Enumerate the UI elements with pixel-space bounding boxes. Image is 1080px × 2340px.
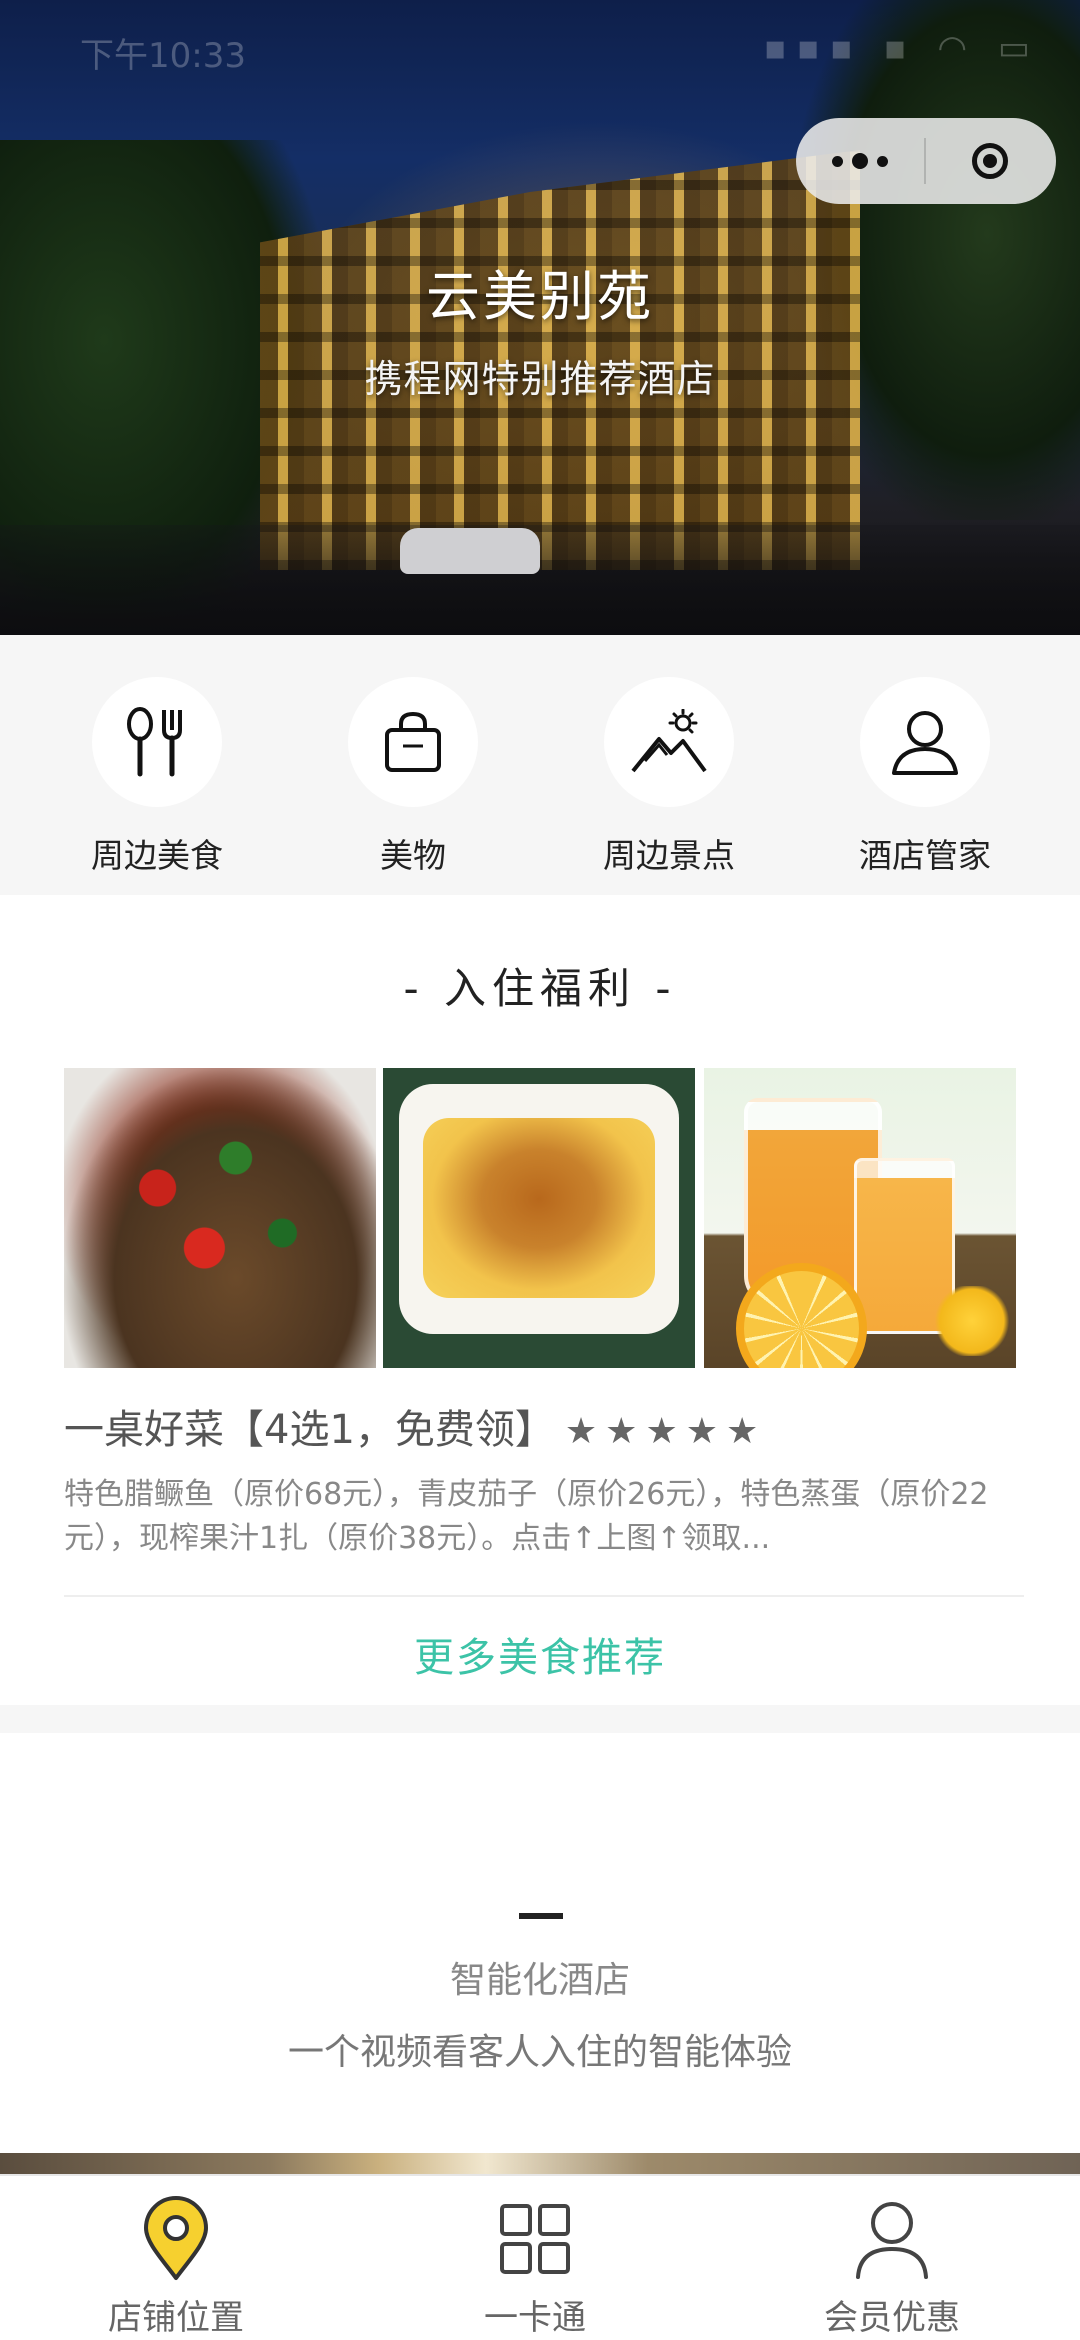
- nav-label: 周边美食: [91, 836, 223, 875]
- nav-label: 美物: [380, 836, 446, 875]
- shopping-bag-icon: [348, 677, 478, 807]
- status-icons: ▪▪▪ ▪ ◠ ▭: [763, 28, 1040, 68]
- quick-nav: 周边美食 美物 周边景点 酒店管家: [0, 635, 1080, 895]
- checkin-benefits-section: - 入住福利 - 一桌好菜【4选1，免费领】 ★★★★★ 特色腊鳜鱼（原价68元）…: [0, 895, 1080, 1705]
- section-marker: [519, 1913, 563, 1919]
- steamed-egg: [423, 1118, 655, 1298]
- tab-store-location[interactable]: 店铺位置: [26, 2194, 326, 2339]
- tab-label: 一卡通: [484, 2298, 586, 2338]
- hotel-tagline: 携程网特别推荐酒店: [364, 357, 716, 401]
- status-bar: 下午10:33 ▪▪▪ ▪ ◠ ▭: [0, 20, 1080, 80]
- bottom-tab-bar: 店铺位置 一卡通 会员优惠: [0, 2174, 1080, 2340]
- nav-item-goods[interactable]: 美物: [303, 677, 523, 877]
- divider: [64, 1595, 1024, 1597]
- deal-title: 一桌好菜【4选1，免费领】: [64, 1407, 555, 1453]
- hotel-name: 云美别苑: [426, 265, 654, 328]
- smart-hotel-subtitle: 一个视频看客人入住的智能体验: [287, 2032, 792, 2073]
- nav-label: 酒店管家: [859, 836, 991, 875]
- rating-stars: ★★★★★: [564, 1411, 767, 1452]
- section-gap: [0, 1705, 1080, 1733]
- smart-hotel-section: 智能化酒店 一个视频看客人入住的智能体验: [0, 1733, 1080, 2153]
- more-food-link[interactable]: 更多美食推荐: [0, 1625, 1080, 1683]
- person-icon: [860, 677, 990, 807]
- dish-photo-steamed-egg[interactable]: [383, 1068, 695, 1368]
- dish-photo-juice[interactable]: [704, 1068, 1016, 1368]
- nav-label: 周边景点: [603, 836, 735, 875]
- tab-one-card[interactable]: 一卡通: [385, 2194, 685, 2339]
- tab-label: 会员优惠: [824, 2298, 960, 2338]
- grid-icon: [385, 2194, 685, 2284]
- section-title: - 入住福利 -: [403, 964, 677, 1013]
- mountain-sun-icon: [604, 677, 734, 807]
- location-pin-icon: [26, 2194, 326, 2284]
- status-time: 下午10:33: [80, 36, 246, 76]
- car-image: [400, 528, 540, 574]
- nav-item-attractions[interactable]: 周边景点: [559, 677, 779, 877]
- user-icon: [742, 2194, 1042, 2284]
- smart-hotel-title: 智能化酒店: [449, 1960, 630, 2001]
- nav-item-concierge[interactable]: 酒店管家: [815, 677, 1035, 877]
- nav-item-nearby-food[interactable]: 周边美食: [47, 677, 267, 877]
- more-dots-icon[interactable]: [796, 118, 924, 204]
- dish-photo-fish[interactable]: [64, 1068, 376, 1368]
- hero-ground: [0, 525, 1080, 635]
- app-screen: 下午10:33 ▪▪▪ ▪ ◠ ▭ 云美别苑 携程网特别推荐酒店 周边美食 美物…: [0, 0, 1080, 2340]
- tab-member-deals[interactable]: 会员优惠: [742, 2194, 1042, 2339]
- target-circle-icon[interactable]: [926, 118, 1054, 204]
- mini-program-capsule: [796, 118, 1056, 204]
- flower: [932, 1286, 1012, 1356]
- fork-spoon-icon: [92, 677, 222, 807]
- deal-title-row[interactable]: 一桌好菜【4选1，免费领】 ★★★★★: [64, 1397, 766, 1455]
- deal-description: 特色腊鳜鱼（原价68元），青皮茄子（原价26元），特色蒸蛋（原价22元），现榨果…: [64, 1477, 989, 1556]
- tab-label: 店铺位置: [108, 2298, 244, 2338]
- hero-banner[interactable]: 下午10:33 ▪▪▪ ▪ ◠ ▭ 云美别苑 携程网特别推荐酒店: [0, 0, 1080, 635]
